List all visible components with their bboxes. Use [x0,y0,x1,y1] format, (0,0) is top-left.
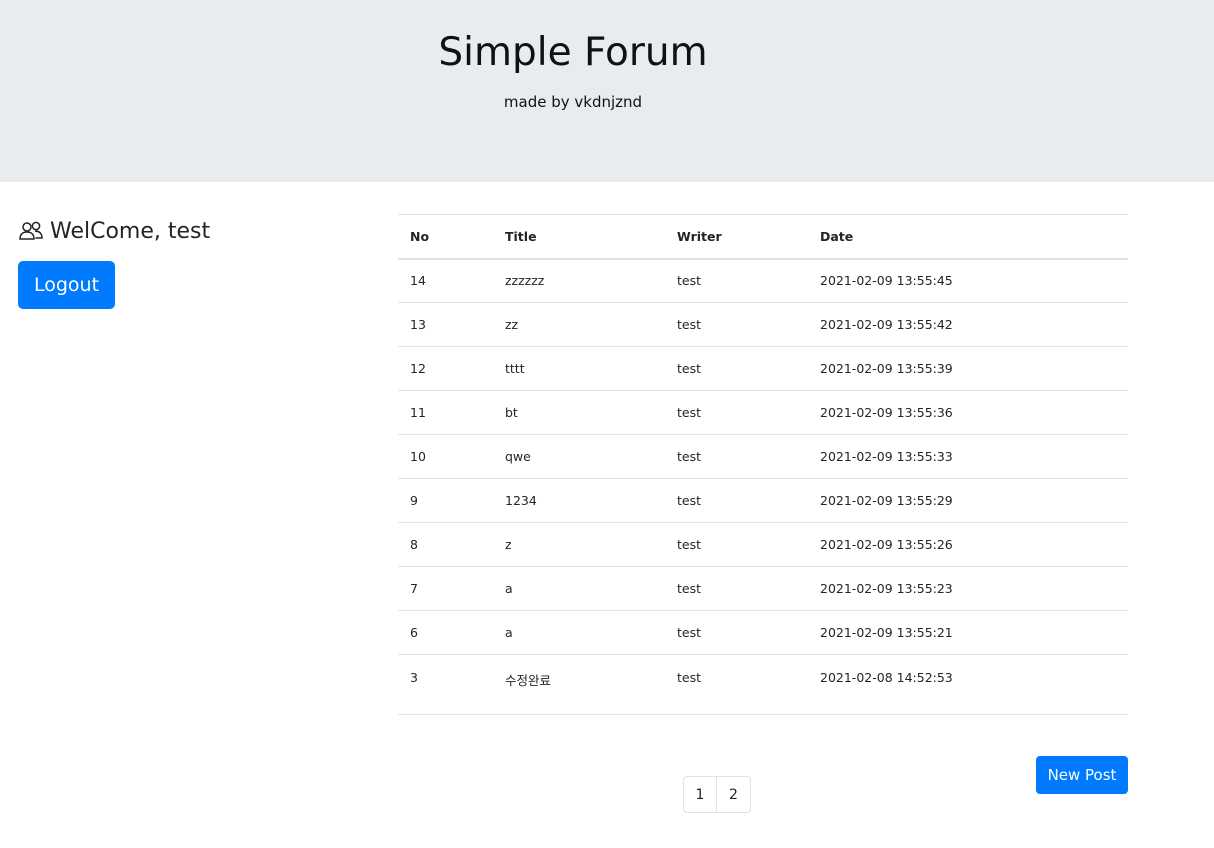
post-title[interactable]: z [493,522,665,567]
post-writer: test [665,610,808,655]
post-title[interactable]: 1234 [493,478,665,523]
post-no: 8 [398,522,493,567]
welcome-message: WelCome, test [18,215,210,247]
post-no: 7 [398,566,493,611]
post-date: 2021-02-09 13:55:26 [808,522,1128,567]
post-writer: test [665,566,808,611]
post-date: 2021-02-09 13:55:45 [808,258,1128,303]
table-row[interactable]: 6 a test 2021-02-09 13:55:21 [398,610,1128,655]
table-row[interactable]: 13 zz test 2021-02-09 13:55:42 [398,302,1128,347]
logout-button[interactable]: Logout [18,261,115,309]
post-writer: test [665,302,808,347]
post-no: 6 [398,610,493,655]
people-icon [18,218,44,244]
column-header-date: Date [808,214,1128,260]
post-writer: test [665,434,808,479]
post-title[interactable]: zz [493,302,665,347]
column-header-no: No [398,214,493,260]
post-title[interactable]: a [493,610,665,655]
table-row[interactable]: 7 a test 2021-02-09 13:55:23 [398,566,1128,611]
post-writer: test [665,390,808,435]
post-date: 2021-02-08 14:52:53 [808,654,1128,715]
post-no: 12 [398,346,493,391]
table-row[interactable]: 9 1234 test 2021-02-09 13:55:29 [398,478,1128,523]
page-subtitle: made by vkdnjznd [503,93,643,111]
page-link-2[interactable]: 2 [717,776,751,813]
table-row[interactable]: 12 tttt test 2021-02-09 13:55:39 [398,346,1128,391]
welcome-text: WelCome, test [50,218,211,244]
post-date: 2021-02-09 13:55:21 [808,610,1128,655]
post-no: 9 [398,478,493,523]
post-writer: test [665,522,808,567]
post-title[interactable]: qwe [493,434,665,479]
header-jumbotron: Simple Forum made by vkdnjznd [0,0,1214,182]
posts-table: No Title Writer Date 14 zzzzzz test 2021… [398,214,1128,715]
post-date: 2021-02-09 13:55:33 [808,434,1128,479]
post-date: 2021-02-09 13:55:42 [808,302,1128,347]
post-writer: test [665,346,808,391]
page-title: Simple Forum [438,30,708,75]
post-title[interactable]: bt [493,390,665,435]
column-header-title: Title [493,214,665,260]
post-no: 3 [398,654,493,715]
new-post-button[interactable]: New Post [1036,756,1128,794]
post-date: 2021-02-09 13:55:36 [808,390,1128,435]
table-header-row: No Title Writer Date [398,214,1128,260]
post-writer: test [665,654,808,715]
post-date: 2021-02-09 13:55:23 [808,566,1128,611]
post-no: 13 [398,302,493,347]
table-row[interactable]: 11 bt test 2021-02-09 13:55:36 [398,390,1128,435]
post-writer: test [665,478,808,523]
table-row[interactable]: 10 qwe test 2021-02-09 13:55:33 [398,434,1128,479]
page-link-1[interactable]: 1 [683,776,717,813]
post-title[interactable]: 수정완료 [493,654,665,715]
post-date: 2021-02-09 13:55:29 [808,478,1128,523]
post-no: 10 [398,434,493,479]
post-no: 11 [398,390,493,435]
post-date: 2021-02-09 13:55:39 [808,346,1128,391]
table-row[interactable]: 14 zzzzzz test 2021-02-09 13:55:45 [398,258,1128,303]
post-title[interactable]: zzzzzz [493,258,665,303]
post-title[interactable]: a [493,566,665,611]
column-header-writer: Writer [665,214,808,260]
table-row[interactable]: 3 수정완료 test 2021-02-08 14:52:53 [398,654,1128,715]
table-row[interactable]: 8 z test 2021-02-09 13:55:26 [398,522,1128,567]
post-writer: test [665,258,808,303]
post-title[interactable]: tttt [493,346,665,391]
post-no: 14 [398,258,493,303]
pagination: 1 2 [683,776,751,813]
